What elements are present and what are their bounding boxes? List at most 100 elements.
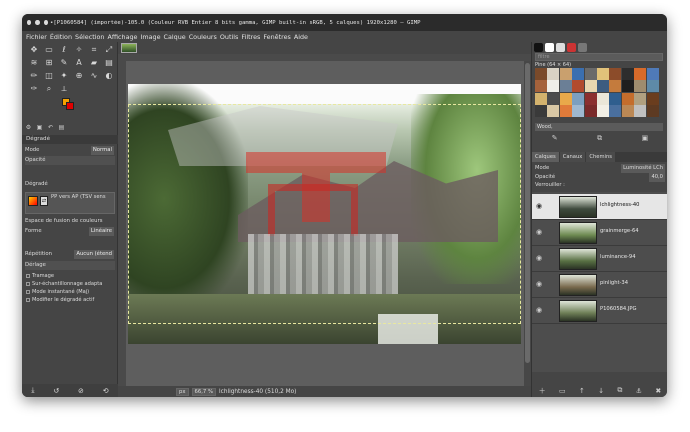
- dither-row[interactable]: Dérlage: [25, 261, 115, 270]
- pattern-swatch[interactable]: [646, 105, 659, 118]
- measure-icon[interactable]: ⟂: [57, 83, 71, 95]
- pattern-swatch[interactable]: [596, 80, 609, 93]
- layer-mode-row[interactable]: Mode Luminosité LCh: [535, 164, 665, 173]
- menu-item[interactable]: Fenêtres: [263, 33, 291, 41]
- layer-row[interactable]: ◉ grainmerge-64: [532, 220, 667, 246]
- menu-item[interactable]: Fichier: [26, 33, 47, 41]
- unified-transform-icon[interactable]: ⤢: [102, 44, 116, 56]
- gradient-selector[interactable]: ⇄ PP vers AP (TSV sens: [25, 192, 115, 214]
- pattern-swatch[interactable]: [547, 80, 560, 93]
- undo-history-tab-icon[interactable]: ↶: [46, 124, 55, 133]
- menu-item[interactable]: Filtres: [241, 33, 260, 41]
- bucket-icon[interactable]: ▰: [87, 57, 101, 69]
- duplicate-layer-icon[interactable]: ⧉: [617, 386, 622, 395]
- pattern-swatch[interactable]: [596, 92, 609, 105]
- rect-select-icon[interactable]: ▭: [42, 44, 56, 56]
- brush-icon[interactable]: [534, 43, 543, 52]
- layer-row[interactable]: ◉ luminance-94: [532, 246, 667, 272]
- pattern-swatch[interactable]: [559, 92, 572, 105]
- instant-mode-checkbox[interactable]: Mode instantané (Maj): [26, 288, 116, 296]
- pattern-swatch[interactable]: [584, 68, 597, 80]
- pattern-swatch[interactable]: [535, 80, 547, 93]
- pattern-swatch[interactable]: [547, 105, 560, 118]
- pattern-swatch[interactable]: [609, 68, 622, 80]
- window-controls[interactable]: [22, 20, 48, 25]
- mode-select[interactable]: Normal: [90, 146, 114, 155]
- anchor-layer-icon[interactable]: ⚓: [636, 387, 642, 395]
- dodge-icon[interactable]: ◐: [102, 70, 116, 82]
- paintbrush-icon[interactable]: ✏: [27, 70, 41, 82]
- pattern-swatch[interactable]: [634, 105, 647, 118]
- pattern-swatch[interactable]: [584, 92, 597, 105]
- color-swatches[interactable]: [62, 98, 76, 110]
- new-layer-icon[interactable]: ＋: [539, 386, 546, 396]
- vertical-scrollbar[interactable]: [524, 61, 531, 386]
- repeat-select[interactable]: Aucun (étend: [74, 250, 114, 259]
- image-tab-thumbnail[interactable]: [121, 43, 137, 53]
- menu-item[interactable]: Image: [141, 33, 161, 41]
- pattern-swatch[interactable]: [584, 105, 597, 118]
- canvas-image[interactable]: [128, 84, 521, 344]
- lasso-icon[interactable]: ℓ: [57, 44, 71, 56]
- pattern-swatch[interactable]: [646, 68, 659, 80]
- pattern-swatch[interactable]: [596, 68, 609, 80]
- pattern-swatch[interactable]: [634, 68, 647, 80]
- pattern-swatch[interactable]: [646, 80, 659, 93]
- background-color[interactable]: [66, 102, 74, 110]
- images-tab-icon[interactable]: ▤: [57, 124, 66, 133]
- delete-options-icon[interactable]: ⊘: [78, 387, 84, 395]
- move-icon[interactable]: ✥: [27, 44, 41, 56]
- mode-row[interactable]: Mode Normal: [25, 146, 115, 155]
- save-options-icon[interactable]: ⤓: [31, 386, 34, 395]
- tab-layers[interactable]: Calques: [532, 152, 559, 162]
- clone-icon[interactable]: ⊕: [72, 70, 86, 82]
- eraser-icon[interactable]: ◫: [42, 70, 56, 82]
- pattern-swatch[interactable]: [609, 105, 622, 118]
- reset-options-icon[interactable]: ⟲: [103, 387, 109, 395]
- filter-input[interactable]: filtre: [535, 53, 663, 61]
- smudge-icon[interactable]: ∿: [87, 70, 101, 82]
- visibility-eye-icon[interactable]: ◉: [536, 228, 542, 236]
- pattern-swatch[interactable]: [609, 92, 622, 105]
- menu-item[interactable]: Couleurs: [189, 33, 217, 41]
- pattern-swatch[interactable]: [535, 105, 547, 118]
- pattern-swatch[interactable]: [621, 80, 634, 93]
- delete-layer-icon[interactable]: ✖: [655, 387, 661, 395]
- lower-layer-icon[interactable]: ↓: [598, 387, 604, 395]
- shape-select[interactable]: Linéaire: [88, 227, 114, 236]
- tool-options-tab-icon[interactable]: ⚙: [24, 124, 33, 133]
- repeat-row[interactable]: Répétition Aucun (étend: [25, 250, 115, 259]
- opacity-row[interactable]: Opacité: [25, 156, 115, 165]
- visibility-eye-icon[interactable]: ◉: [536, 202, 542, 210]
- pattern-swatch[interactable]: [572, 105, 585, 118]
- pattern-swatch[interactable]: [559, 68, 572, 80]
- reverse-gradient-icon[interactable]: ⇄: [40, 196, 48, 206]
- color-picker-icon[interactable]: ✑: [27, 83, 41, 95]
- unit-select[interactable]: px: [176, 387, 189, 396]
- paths-icon[interactable]: ✎: [57, 57, 71, 69]
- cage-icon[interactable]: ⊞: [42, 57, 56, 69]
- gradient-icon[interactable]: [567, 43, 576, 52]
- fuzzy-select-icon[interactable]: ✧: [72, 44, 86, 56]
- new-group-icon[interactable]: ▭: [559, 387, 566, 395]
- visibility-eye-icon[interactable]: ◉: [536, 306, 542, 314]
- tab-channels[interactable]: Canaux: [559, 152, 586, 162]
- restore-options-icon[interactable]: ↺: [53, 387, 59, 395]
- pattern-swatch[interactable]: [596, 105, 609, 118]
- gradient-icon[interactable]: ▤: [102, 57, 116, 69]
- supersample-checkbox[interactable]: Sur-échantillonnage adapta: [26, 280, 116, 288]
- layer-opacity-value[interactable]: 40,0: [649, 173, 665, 182]
- duplicate-pattern-icon[interactable]: ⧉: [597, 134, 602, 146]
- airbrush-icon[interactable]: ✦: [57, 70, 71, 82]
- text-icon[interactable]: A: [72, 57, 86, 69]
- visibility-eye-icon[interactable]: ◉: [536, 280, 542, 288]
- pattern-swatch[interactable]: [634, 80, 647, 93]
- menu-item[interactable]: Outils: [220, 33, 238, 41]
- pattern-swatch[interactable]: [572, 68, 585, 80]
- menu-item[interactable]: Sélection: [75, 33, 104, 41]
- layer-opacity-row[interactable]: Opacité 40,0: [535, 173, 665, 182]
- pattern-swatch[interactable]: [572, 92, 585, 105]
- layer-row[interactable]: ◉ lchlightness-40: [532, 194, 667, 220]
- layer-row[interactable]: ◉ pinlight-34: [532, 272, 667, 298]
- edit-pattern-icon[interactable]: ✎: [552, 134, 558, 146]
